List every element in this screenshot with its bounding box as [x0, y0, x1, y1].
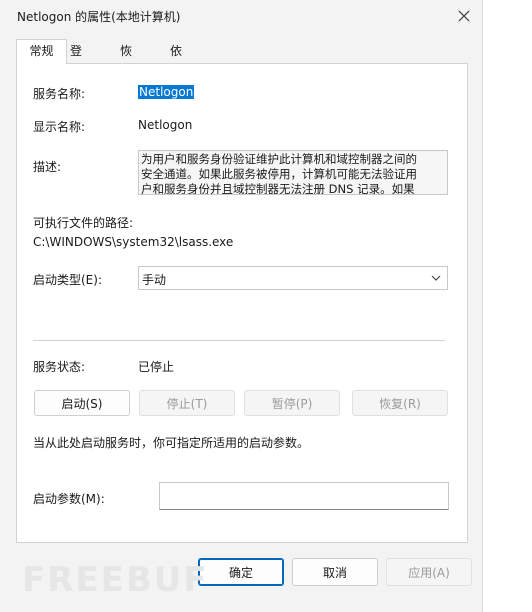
- display-name-value: Netlogon: [138, 118, 193, 132]
- window-title: Netlogon 的属性(本地计算机): [17, 10, 181, 24]
- start-params-label: 启动参数(M):: [33, 492, 105, 506]
- start-params-hint: 当从此处启动服务时，你可指定所适用的启动参数。: [33, 436, 310, 450]
- service-status-label: 服务状态:: [33, 360, 86, 374]
- ok-button[interactable]: 确定: [198, 558, 284, 586]
- pause-button[interactable]: 暂停(P): [244, 390, 340, 416]
- display-name-label: 显示名称:: [33, 120, 86, 134]
- properties-dialog: Netlogon 的属性(本地计算机) 常规 登录 恢复 依存关系 服务名称: …: [0, 0, 483, 612]
- close-icon: [458, 10, 470, 22]
- service-status-value: 已停止: [138, 360, 175, 374]
- path-label: 可执行文件的路径:: [33, 216, 134, 230]
- start-button[interactable]: 启动(S): [34, 390, 130, 416]
- description-line: 安全通道。如果此服务被停用，计算机可能无法验证用: [141, 167, 417, 181]
- tab-logon[interactable]: 登录: [68, 40, 84, 81]
- startup-type-label: 启动类型(E):: [33, 273, 102, 287]
- startup-type-value: 手动: [142, 273, 167, 287]
- service-name-value[interactable]: Netlogon: [138, 85, 195, 99]
- title-bar: Netlogon 的属性(本地计算机): [0, 0, 482, 32]
- separator: [33, 340, 445, 341]
- freebuf-watermark: FREEBUF: [22, 560, 209, 600]
- description-line: 为用户和服务身份验证维护此计算机和域控制器之间的: [141, 152, 417, 166]
- stop-button[interactable]: 停止(T): [139, 390, 235, 416]
- description-scrollbar[interactable]: [441, 151, 447, 194]
- tab-general[interactable]: 常规: [16, 39, 67, 64]
- general-tab-panel: [16, 63, 468, 543]
- close-button[interactable]: [446, 2, 482, 30]
- tab-recovery[interactable]: 恢复: [118, 40, 134, 81]
- path-value: C:\WINDOWS\system32\lsass.exe: [33, 235, 234, 249]
- service-name-selected-text[interactable]: Netlogon: [138, 85, 195, 99]
- resume-button[interactable]: 恢复(R): [352, 390, 448, 416]
- apply-button[interactable]: 应用(A): [386, 558, 472, 586]
- startup-type-select[interactable]: 手动: [138, 266, 448, 290]
- tab-dependencies[interactable]: 依存关系: [168, 40, 184, 127]
- description-label: 描述:: [33, 160, 62, 174]
- cancel-button[interactable]: 取消: [292, 558, 378, 586]
- service-name-label: 服务名称:: [33, 87, 86, 101]
- chevron-down-icon: [431, 275, 441, 281]
- description-line: 户和服务身份并且域控制器无法注册 DNS 记录。如果: [141, 182, 415, 195]
- description-box[interactable]: 为用户和服务身份验证维护此计算机和域控制器之间的 安全通道。如果此服务被停用，计…: [138, 150, 448, 195]
- start-params-input[interactable]: [159, 482, 449, 510]
